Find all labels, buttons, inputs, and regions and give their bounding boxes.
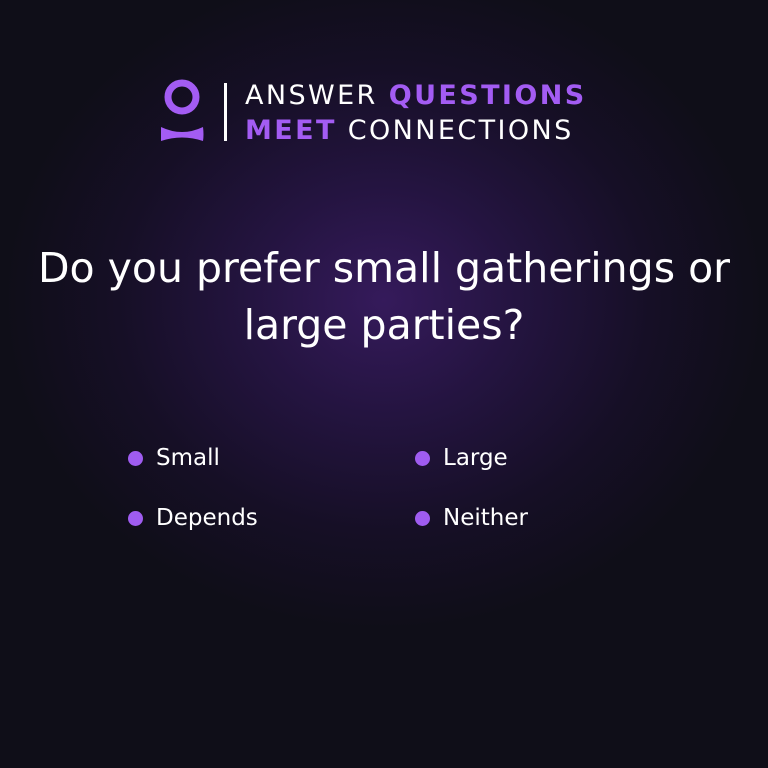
tagline-word-questions: QUESTIONS (388, 80, 587, 111)
bullet-dot-icon (415, 450, 430, 466)
option-depends[interactable]: Depends (128, 500, 258, 536)
bullet-dot-icon (128, 510, 143, 526)
question-line-1: Do you prefer small gatherings or (37, 244, 731, 292)
tagline-word-connections: CONNECTIONS (347, 115, 574, 146)
header-divider (224, 83, 227, 141)
option-label: Large (443, 445, 508, 471)
option-label: Neither (443, 505, 528, 531)
option-label: Small (156, 445, 220, 471)
option-small[interactable]: Small (128, 440, 220, 476)
tagline: ANSWER QUESTIONS MEET CONNECTIONS (245, 78, 587, 148)
tagline-line-2: MEET CONNECTIONS (245, 113, 587, 148)
option-large[interactable]: Large (415, 440, 508, 476)
answer-options: Small Large Depends Neither (128, 440, 648, 560)
option-label: Depends (156, 505, 258, 531)
person-icon (161, 79, 204, 141)
bullet-dot-icon (128, 450, 143, 466)
tagline-word-answer: ANSWER (245, 80, 378, 111)
question-line-2: large parties? (243, 301, 525, 349)
bullet-dot-icon (415, 510, 430, 526)
brand-header: ANSWER QUESTIONS MEET CONNECTIONS (156, 78, 616, 148)
tagline-word-meet: MEET (245, 115, 337, 146)
tagline-line-1: ANSWER QUESTIONS (245, 78, 587, 113)
question-text: Do you prefer small gatherings or large … (0, 240, 768, 354)
option-neither[interactable]: Neither (415, 500, 528, 536)
